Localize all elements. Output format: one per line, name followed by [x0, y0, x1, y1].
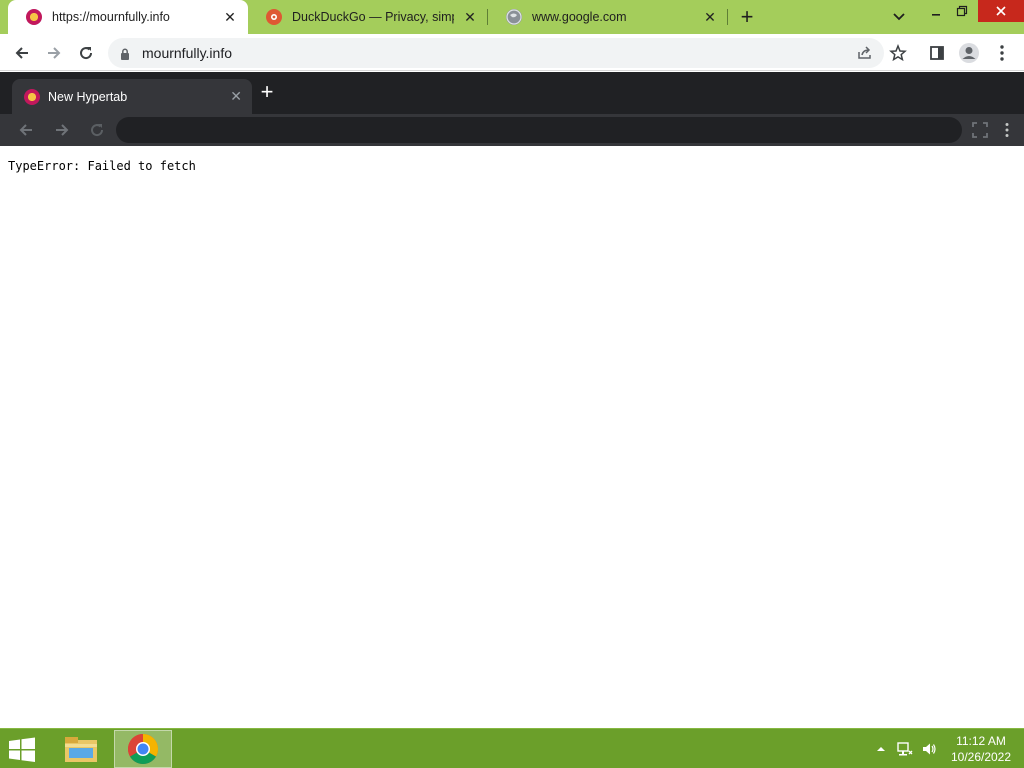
- close-icon[interactable]: ✕: [702, 9, 718, 25]
- inner-address-bar[interactable]: [116, 117, 962, 143]
- inner-tab-new-hypertab[interactable]: New Hypertab ✕: [12, 79, 252, 114]
- taskbar: 11:12 AM 10/26/2022: [0, 728, 1024, 768]
- back-button[interactable]: [9, 40, 35, 66]
- close-icon[interactable]: ✕: [222, 9, 238, 25]
- browser-tab-strip: https://mournfully.info ✕ DuckDuckGo — P…: [0, 0, 1024, 34]
- tab-title: https://mournfully.info: [52, 10, 170, 24]
- inner-menu-kebab-icon[interactable]: [996, 119, 1018, 141]
- chrome-taskbar-icon[interactable]: [114, 730, 172, 768]
- tab-mournfully[interactable]: https://mournfully.info ✕: [8, 0, 248, 34]
- inner-back-button[interactable]: [15, 119, 37, 141]
- address-text: mournfully.info: [142, 45, 233, 61]
- inner-toolbar: [0, 114, 1024, 146]
- show-hidden-icons-caret-icon[interactable]: [873, 741, 889, 757]
- minimize-button[interactable]: [924, 0, 948, 22]
- tab-title: www.google.com: [532, 10, 627, 24]
- tab-title: DuckDuckGo — Privacy, simplifie: [292, 10, 454, 24]
- side-panel-icon[interactable]: [924, 40, 950, 66]
- inner-tab-title: New Hypertab: [48, 89, 128, 104]
- inner-new-tab-button[interactable]: +: [256, 81, 278, 103]
- forward-button[interactable]: [41, 40, 67, 66]
- browser-toolbar: mournfully.info: [0, 34, 1024, 71]
- globe-icon: [506, 9, 522, 25]
- network-icon[interactable]: [897, 741, 913, 757]
- restore-button[interactable]: [950, 0, 974, 22]
- volume-icon[interactable]: [921, 741, 937, 757]
- profile-avatar-icon[interactable]: [956, 40, 982, 66]
- clock-time: 11:12 AM: [956, 734, 1006, 748]
- close-icon[interactable]: ✕: [462, 9, 478, 25]
- tab-google[interactable]: www.google.com ✕: [488, 0, 728, 34]
- file-explorer-icon[interactable]: [52, 730, 110, 768]
- lock-icon[interactable]: [120, 47, 130, 60]
- desktop-screen: https://mournfully.info ✕ DuckDuckGo — P…: [0, 0, 1024, 768]
- address-bar[interactable]: mournfully.info: [108, 38, 884, 68]
- tab-duckduckgo[interactable]: DuckDuckGo — Privacy, simplifie ✕: [248, 0, 488, 34]
- inner-reload-button[interactable]: [86, 119, 108, 141]
- tab-divider: [727, 9, 728, 25]
- error-message: TypeError: Failed to fetch: [8, 159, 196, 173]
- tab-search-chevron-icon[interactable]: [890, 9, 908, 25]
- reload-button[interactable]: [73, 40, 99, 66]
- window-close-button[interactable]: [978, 0, 1024, 22]
- bookmark-star-icon[interactable]: [885, 40, 911, 66]
- hypertab-icon: [24, 88, 40, 105]
- clock-date: 10/26/2022: [950, 750, 1012, 764]
- hypertab-icon: [26, 9, 42, 25]
- system-clock[interactable]: 11:12 AM 10/26/2022: [944, 733, 1018, 765]
- close-icon[interactable]: ✕: [230, 88, 242, 105]
- menu-kebab-icon[interactable]: [989, 40, 1015, 66]
- windows-start-icon[interactable]: [8, 737, 38, 763]
- share-icon[interactable]: [856, 44, 874, 62]
- fullscreen-icon[interactable]: [969, 119, 991, 141]
- inner-tab-strip: New Hypertab ✕: [0, 72, 1024, 114]
- new-tab-button[interactable]: +: [736, 6, 758, 28]
- duckduckgo-icon: [266, 9, 282, 25]
- inner-forward-button[interactable]: [51, 119, 73, 141]
- page-content: TypeError: Failed to fetch: [0, 146, 1024, 728]
